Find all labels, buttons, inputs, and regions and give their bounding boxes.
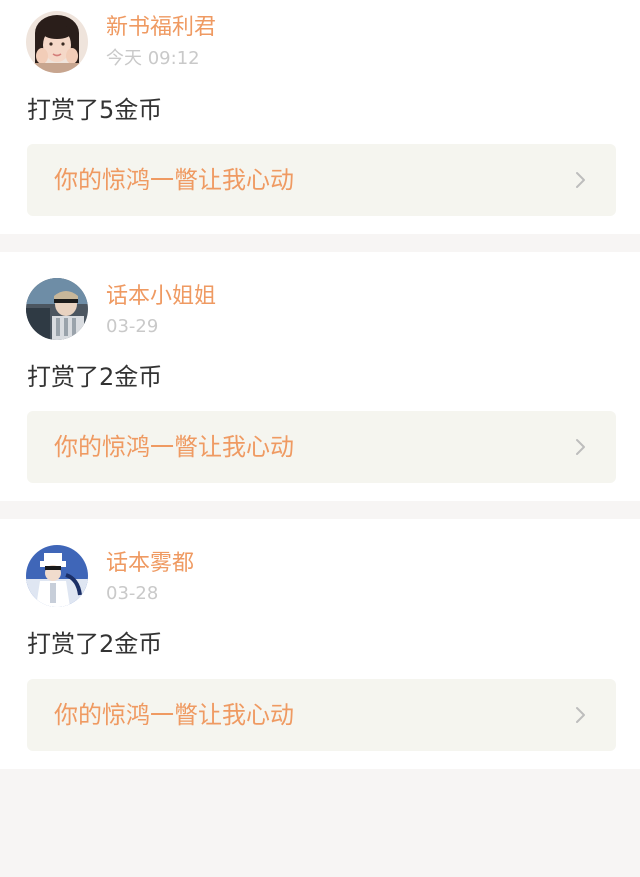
book-link[interactable]: 你的惊鸿一瞥让我心动 xyxy=(27,411,616,483)
avatar[interactable] xyxy=(26,545,88,607)
reward-item: 新书福利君 今天 09:12 打赏了5金币 你的惊鸿一瞥让我心动 xyxy=(0,0,640,234)
reward-item: 话本小姐姐 03-29 打赏了2金币 你的惊鸿一瞥让我心动 xyxy=(0,252,640,501)
timestamp: 今天 09:12 xyxy=(106,48,200,69)
username[interactable]: 话本雾都 xyxy=(106,551,194,577)
book-link[interactable]: 你的惊鸿一瞥让我心动 xyxy=(27,144,616,216)
book-title: 你的惊鸿一瞥让我心动 xyxy=(54,166,294,194)
username[interactable]: 新书福利君 xyxy=(106,15,216,41)
timestamp: 03-29 xyxy=(106,316,159,337)
chevron-right-icon xyxy=(576,172,585,188)
reward-text: 打赏了5金币 xyxy=(27,96,163,124)
reward-text: 打赏了2金币 xyxy=(27,363,163,391)
reward-item: 话本雾都 03-28 打赏了2金币 你的惊鸿一瞥让我心动 xyxy=(0,519,640,769)
book-link[interactable]: 你的惊鸿一瞥让我心动 xyxy=(27,679,616,751)
avatar[interactable] xyxy=(26,11,88,73)
book-title: 你的惊鸿一瞥让我心动 xyxy=(54,701,294,729)
reward-text: 打赏了2金币 xyxy=(27,630,163,658)
chevron-right-icon xyxy=(576,439,585,455)
book-title: 你的惊鸿一瞥让我心动 xyxy=(54,433,294,461)
avatar[interactable] xyxy=(26,278,88,340)
timestamp: 03-28 xyxy=(106,583,159,604)
chevron-right-icon xyxy=(576,707,585,723)
username[interactable]: 话本小姐姐 xyxy=(106,284,216,310)
